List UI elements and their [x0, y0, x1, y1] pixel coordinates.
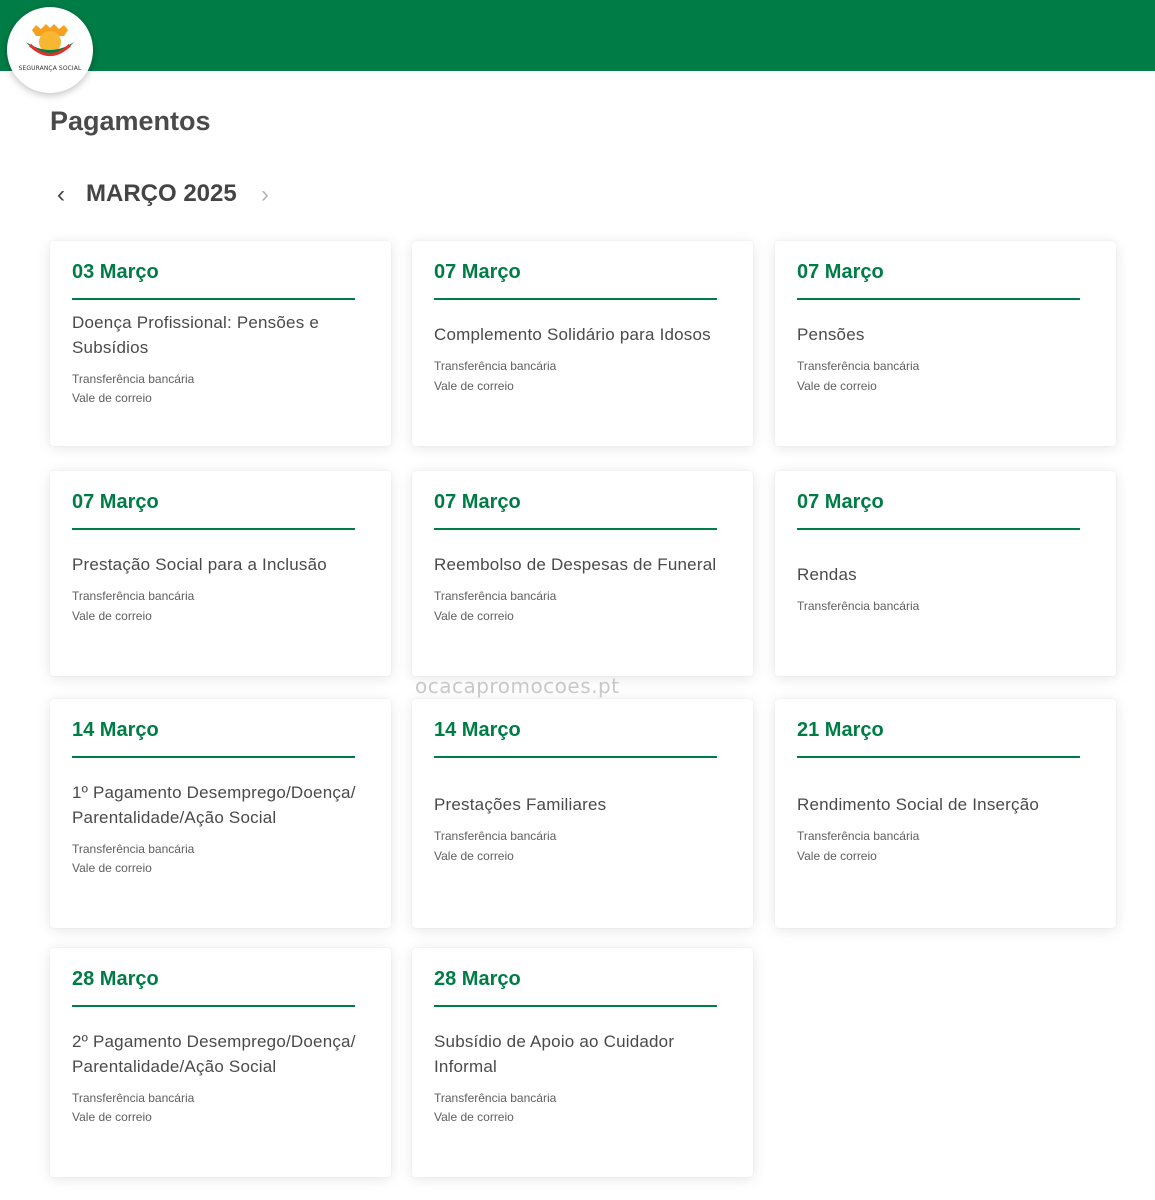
watermark: ocacapromocoes.pt	[415, 674, 620, 698]
seguranca-social-logo[interactable]: SEGURANÇA SOCIAL	[7, 7, 93, 93]
logo-text: SEGURANÇA SOCIAL	[18, 65, 82, 72]
card-date: 28 Março	[434, 968, 521, 990]
card-title: 1º Pagamento Desemprego/Doença/ Parental…	[72, 782, 356, 827]
payment-card[interactable]: 07 Março Complemento Solidário para Idoso…	[412, 241, 753, 446]
payment-card[interactable]: 07 Março Pensões Transferência bancária Val…	[775, 241, 1116, 446]
card-title: 2º Pagamento Desemprego/Doença/ Parental…	[72, 1031, 356, 1076]
payment-method: Vale de correio	[434, 378, 514, 393]
payment-method: Vale de correio	[434, 608, 514, 623]
payment-card[interactable]: 07 Março Reembolso de Despesas de Funeral…	[412, 471, 753, 676]
payment-method: Vale de correio	[72, 1110, 152, 1124]
payment-card[interactable]: 07 Março Rendas Transferência bancária	[775, 471, 1116, 676]
payment-methods: Transferência bancária Vale de correio	[72, 370, 362, 409]
payment-method: Vale de correio	[434, 1110, 514, 1124]
card-date: 03 Março	[72, 261, 159, 283]
card-title: Doença Profissional: Pensões e Subsídios	[72, 312, 319, 357]
payment-method: Vale de correio	[72, 861, 152, 875]
page-title: Pagamentos	[50, 106, 211, 136]
payment-method: Vale de correio	[434, 848, 514, 863]
payment-methods: Transferência bancária Vale de correio	[434, 357, 724, 396]
payment-method: Vale de correio	[72, 608, 152, 623]
card-date: 07 Março	[434, 261, 521, 283]
card-body: Complemento Solidário para Idosos Transfe…	[434, 300, 724, 418]
card-title: Rendas	[797, 564, 857, 584]
card-date: 07 Março	[797, 491, 884, 513]
payment-method: Transferência bancária	[72, 589, 195, 603]
card-date: 07 Março	[72, 491, 159, 513]
card-title: Complemento Solidário para Idosos	[434, 325, 711, 344]
card-date: 07 Março	[434, 491, 521, 513]
payment-methods: Transferência bancária Vale de correio	[434, 827, 724, 866]
payment-methods: Transferência bancária Vale de correio	[434, 1089, 724, 1128]
top-bar	[0, 0, 1155, 71]
payment-method: Transferência bancária	[434, 359, 557, 373]
payment-method: Vale de correio	[797, 848, 877, 863]
payment-method: Vale de correio	[72, 391, 152, 405]
card-title: Rendimento Social de Inserção	[797, 795, 1040, 814]
payment-method: Transferência bancária	[434, 829, 557, 843]
payment-card[interactable]: 28 Março 2º Pagamento Desemprego/Doença/ …	[50, 948, 391, 1177]
payment-card[interactable]: 07 Março Prestação Social para a Inclusão…	[50, 471, 391, 676]
payment-card[interactable]: 21 Março Rendimento Social de Inserção Tra…	[775, 699, 1116, 928]
chevron-left-icon[interactable]: ‹	[50, 181, 72, 209]
payment-method: Vale de correio	[797, 378, 877, 393]
card-title: Pensões	[797, 325, 865, 344]
payment-method: Transferência bancária	[72, 1090, 195, 1105]
payment-card[interactable]: 14 Março 1º Pagamento Desemprego/Doença/ …	[50, 699, 391, 928]
card-date: 21 Março	[797, 719, 884, 741]
card-title: Subsídio de Apoio ao Cuidador Informal	[434, 1031, 675, 1076]
card-date: 14 Março	[434, 719, 521, 741]
card-date: 14 Março	[72, 719, 159, 741]
payment-methods: Transferência bancária Vale de correio	[72, 840, 362, 879]
payment-card[interactable]: 03 Março Doença Profissional: Pensões e S…	[50, 241, 391, 446]
card-date: 28 Março	[72, 968, 159, 990]
card-body: Subsídio de Apoio ao Cuidador Informal Tr…	[434, 1007, 724, 1149]
card-title: Prestações Familiares	[434, 795, 607, 814]
card-body: Doença Profissional: Pensões e Subsídios…	[72, 300, 362, 418]
payment-method: Transferência bancária	[72, 841, 195, 856]
card-body: Rendimento Social de Inserção Transferênc…	[797, 758, 1087, 900]
card-title: Prestação Social para a Inclusão	[72, 555, 327, 574]
payment-methods: Transferência bancária Vale de correio	[797, 827, 1087, 866]
payment-methods: Transferência bancária Vale de correio	[72, 1089, 362, 1128]
card-body: Reembolso de Despesas de Funeral Transfer…	[434, 530, 724, 648]
payment-method: Transferência bancária	[434, 1090, 557, 1105]
payment-method: Transferência bancária	[72, 371, 195, 386]
card-date: 07 Março	[797, 261, 884, 283]
chevron-right-icon[interactable]: ›	[254, 181, 276, 209]
payment-methods: Transferência bancária Vale de correio	[434, 587, 724, 626]
card-body: Prestações Familiares Transferência bancá…	[434, 758, 724, 900]
payment-method: Transferência bancária	[797, 829, 920, 843]
card-body: 2º Pagamento Desemprego/Doença/ Parental…	[72, 1007, 362, 1149]
payment-methods: Transferência bancária Vale de correio	[72, 587, 362, 626]
card-body: Prestação Social para a Inclusão Transfer…	[72, 530, 362, 648]
card-body: 1º Pagamento Desemprego/Doença/ Parental…	[72, 758, 362, 900]
payment-method: Transferência bancária	[797, 359, 920, 373]
payment-methods: Transferência bancária Vale de correio	[797, 357, 1087, 396]
card-title: Reembolso de Despesas de Funeral	[434, 555, 717, 574]
payment-methods: Transferência bancária	[797, 597, 1087, 617]
card-body: Pensões Transferência bancária Vale de cor…	[797, 300, 1087, 418]
payment-card[interactable]: 28 Março Subsídio de Apoio ao Cuidador In…	[412, 948, 753, 1177]
payment-card[interactable]: 14 Março Prestações Familiares Transferênc…	[412, 699, 753, 928]
card-body: Rendas Transferência bancária	[797, 530, 1087, 648]
month-label: MARÇO 2025	[86, 180, 237, 207]
payment-method: Transferência bancária	[797, 598, 920, 613]
payment-method: Transferência bancária	[434, 589, 557, 603]
sun-emblem-icon	[26, 24, 74, 56]
